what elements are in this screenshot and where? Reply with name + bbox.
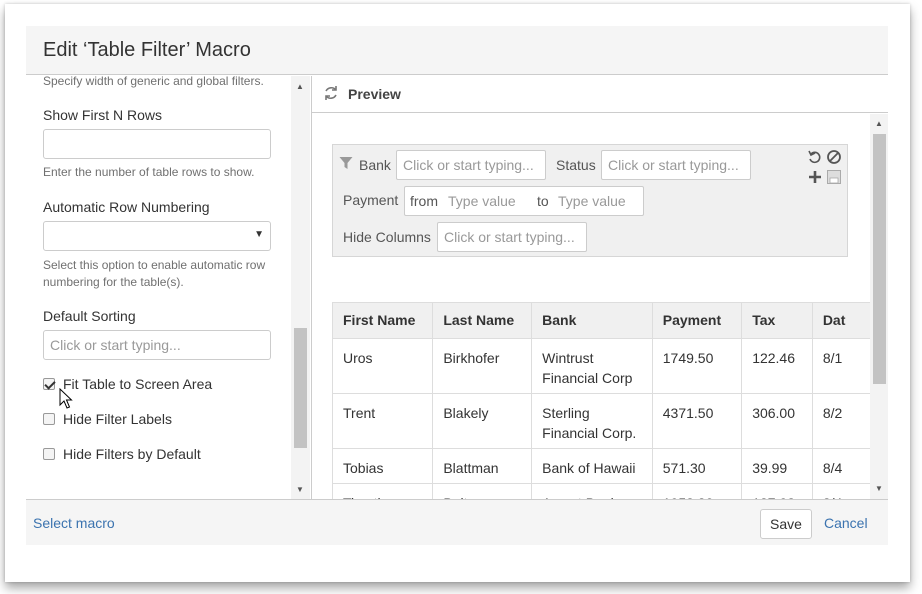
cell-tax: 122.46 — [741, 338, 813, 394]
cancel-link[interactable]: Cancel — [824, 515, 868, 531]
add-filter-icon[interactable] — [807, 169, 823, 185]
payment-range-input: from Type value to Type value — [404, 186, 644, 216]
dialog-footer: Select macro Save Cancel — [26, 499, 888, 545]
auto-row-numbering-label: Automatic Row Numbering — [43, 199, 210, 215]
cell-date: 8/1 — [811, 338, 872, 394]
preview-scroll-thumb[interactable] — [873, 134, 886, 384]
from-label: from — [410, 193, 438, 209]
bank-line1: Wintrust — [542, 350, 594, 366]
cell-tax: 306.00 — [741, 393, 813, 449]
cell-last-name: Birkhofer — [432, 338, 533, 394]
cell-payment: 1749.50 — [651, 338, 743, 394]
column-header[interactable]: Dat — [811, 302, 872, 339]
preview-scrollbar[interactable]: ▲ ▼ — [870, 114, 888, 499]
undo-icon[interactable] — [807, 149, 823, 165]
table-row: Uros Birkhofer Wintrust Financial Corp 17… — [331, 338, 872, 394]
hide-columns-label: Hide Columns — [343, 229, 431, 245]
column-header[interactable]: Bank — [531, 302, 653, 339]
cell-date: 8/4 — [811, 483, 872, 499]
cell-date: 8/2 — [811, 393, 872, 449]
show-first-n-rows-hint: Enter the number of table rows to show. — [43, 165, 255, 179]
scroll-down-icon[interactable]: ▼ — [875, 484, 883, 493]
cell-bank: Arvest Bank — [531, 483, 653, 499]
cell-first-name: Trent — [331, 393, 434, 449]
macro-parameters-panel: Specify width of generic and global filt… — [26, 76, 311, 499]
preview-panel: Preview Bank Click or start typing... St… — [312, 76, 888, 499]
cell-bank: Wintrust Financial Corp — [531, 338, 653, 394]
show-first-n-rows-input[interactable] — [43, 129, 271, 159]
table-row: Trent Blakely Sterling Financial Corp. 43… — [331, 393, 872, 449]
auto-row-numbering-select[interactable]: ▼ — [43, 221, 271, 251]
cell-tax: 39.99 — [741, 448, 813, 484]
auto-row-numbering-hint-line1: Select this option to enable automatic r… — [43, 258, 266, 272]
preview-title: Preview — [348, 86, 401, 102]
table-row: Tobias Blattman Bank of Hawaii 571.30 39… — [331, 448, 872, 484]
cell-last-name: Blakely — [432, 393, 533, 449]
scroll-up-icon[interactable]: ▲ — [296, 82, 304, 91]
funnel-icon — [339, 157, 353, 169]
scroll-down-icon[interactable]: ▼ — [296, 485, 304, 494]
preview-table: First Name Last Name Bank Payment Tax Da… — [331, 302, 872, 499]
save-filter-icon[interactable] — [826, 169, 842, 185]
save-button[interactable]: Save — [760, 509, 812, 539]
mouse-cursor-icon — [59, 388, 73, 409]
hide-filter-labels-label: Hide Filter Labels — [63, 411, 172, 427]
select-macro-link[interactable]: Select macro — [33, 515, 115, 531]
hide-columns-input[interactable]: Click or start typing... — [437, 222, 587, 252]
auto-row-numbering-hint-line2: numbering for the table(s). — [43, 275, 184, 289]
left-panel-scrollbar[interactable]: ▲ ▼ — [291, 76, 310, 499]
cell-last-name: Blattman — [432, 448, 533, 484]
clear-filters-icon[interactable] — [826, 149, 842, 165]
scroll-up-icon[interactable]: ▲ — [875, 119, 883, 128]
fit-table-label: Fit Table to Screen Area — [63, 376, 213, 392]
cell-payment: 1958.30 — [651, 483, 743, 499]
cell-tax: 137.08 — [741, 483, 813, 499]
preview-content: Bank Click or start typing... Status Cli… — [312, 114, 872, 499]
column-header[interactable]: Tax — [741, 302, 813, 339]
to-value-input[interactable]: Type value — [558, 193, 626, 209]
cell-first-name: Tobias — [331, 448, 434, 484]
preview-header: Preview — [312, 76, 888, 113]
cell-first-name: Timothy — [331, 483, 434, 499]
status-filter-input[interactable]: Click or start typing... — [601, 150, 751, 180]
payment-filter-label: Payment — [343, 192, 399, 208]
default-sorting-input[interactable]: Click or start typing... — [43, 330, 271, 360]
cell-payment: 4371.50 — [651, 393, 743, 449]
caret-down-icon: ▼ — [254, 229, 264, 240]
status-filter-label: Status — [556, 157, 596, 173]
cut-off-hint: Specify width of generic and global filt… — [43, 76, 264, 88]
hide-filter-labels-checkbox[interactable] — [43, 413, 55, 425]
cell-date: 8/4 — [811, 448, 872, 484]
show-first-n-rows-label: Show First N Rows — [43, 107, 163, 123]
bank-line2: Financial Corp. — [542, 425, 637, 441]
fit-table-checkbox[interactable] — [43, 378, 55, 390]
bank-filter-input[interactable]: Click or start typing... — [396, 150, 546, 180]
cell-payment: 571.30 — [651, 448, 743, 484]
cell-first-name: Uros — [331, 338, 434, 394]
cell-bank: Bank of Hawaii — [531, 448, 653, 484]
hide-filters-default-checkbox[interactable] — [43, 448, 55, 460]
cell-bank: Sterling Financial Corp. — [531, 393, 653, 449]
hide-filters-default-label: Hide Filters by Default — [63, 446, 201, 462]
bank-line2: Financial Corp — [542, 370, 633, 386]
column-header[interactable]: First Name — [331, 302, 434, 339]
column-header[interactable]: Last Name — [432, 302, 533, 339]
dialog-title: Edit ‘Table Filter’ Macro — [43, 39, 251, 61]
table-row: Timothy Bolton Arvest Bank 1958.30 137.0… — [331, 483, 872, 499]
macro-dialog: Edit ‘Table Filter’ Macro Specify width … — [26, 26, 888, 545]
cell-last-name: Bolton — [432, 483, 533, 499]
refresh-icon[interactable] — [323, 85, 339, 101]
to-label: to — [537, 193, 549, 209]
filter-pane: Bank Click or start typing... Status Cli… — [332, 144, 848, 257]
bank-filter-label: Bank — [359, 157, 391, 173]
column-header[interactable]: Payment — [651, 302, 743, 339]
default-sorting-label: Default Sorting — [43, 308, 136, 324]
left-scroll-thumb[interactable] — [294, 328, 307, 448]
table-header-row: First Name Last Name Bank Payment Tax Da… — [331, 302, 872, 339]
from-value-input[interactable]: Type value — [448, 193, 516, 209]
bank-line1: Sterling — [542, 405, 590, 421]
dialog-header: Edit ‘Table Filter’ Macro — [26, 26, 888, 75]
